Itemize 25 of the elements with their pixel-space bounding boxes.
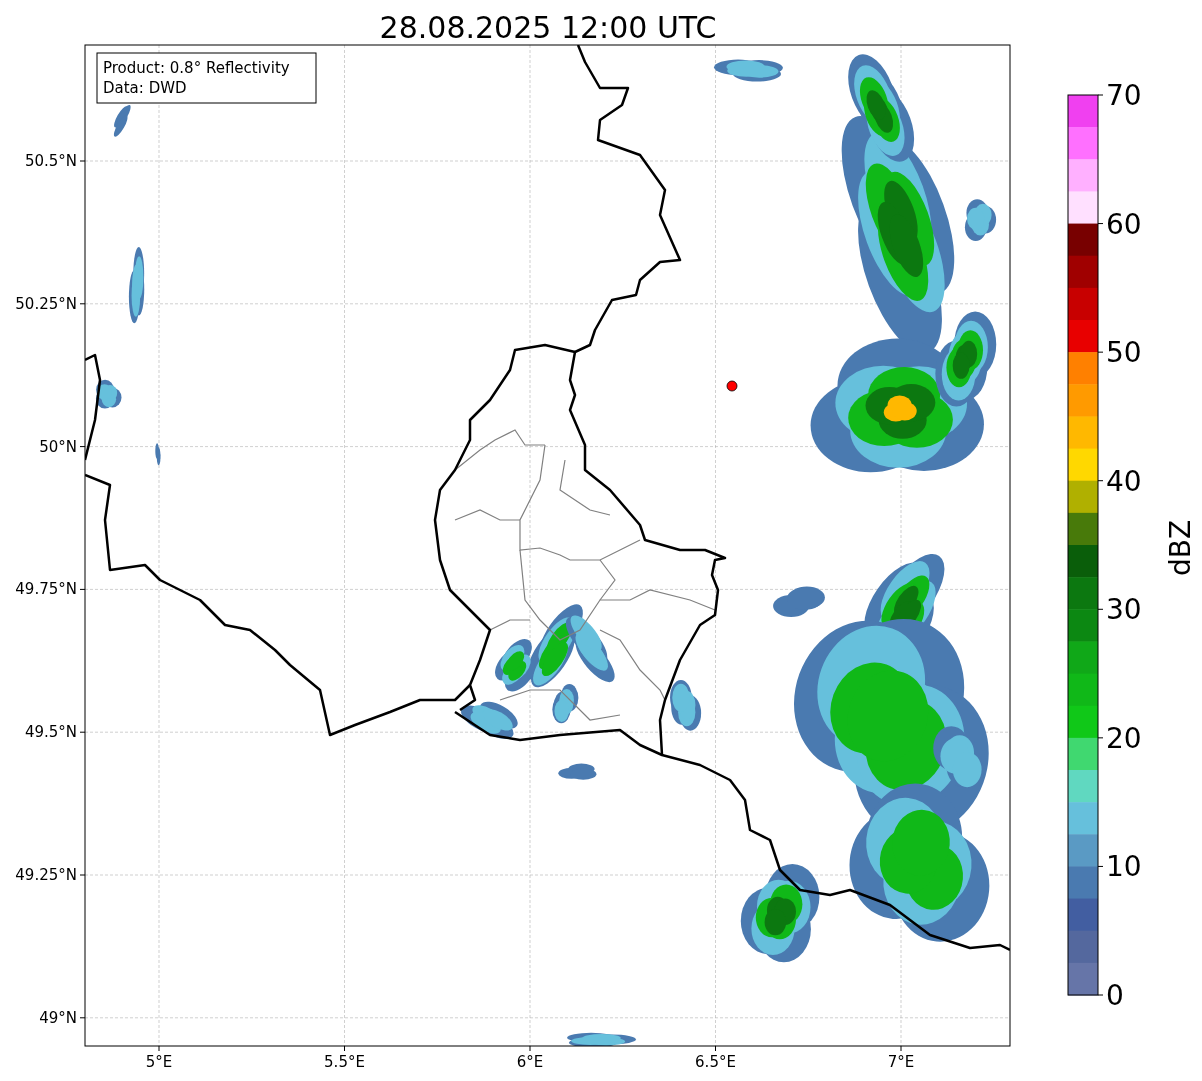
axis-tick-label: 49.75°N xyxy=(15,580,77,599)
colorbar-tick-label: 0 xyxy=(1106,979,1124,1012)
colorbar-label: dBZ xyxy=(1164,519,1197,577)
colorbar-tick-label: 70 xyxy=(1106,79,1142,112)
axis-tick-label: 6.5°E xyxy=(695,1053,736,1071)
axis-tick-label: 6°E xyxy=(516,1053,544,1071)
legend-text: Data: DWD xyxy=(103,79,187,97)
colorbar-tick-label: 60 xyxy=(1106,207,1142,241)
axis-tick-label: 50°N xyxy=(39,437,77,456)
axis-tick-label: 49°N xyxy=(39,1008,77,1027)
axis-tick-label: 7°E xyxy=(887,1053,915,1071)
colorbar-tick-label: 10 xyxy=(1106,850,1142,884)
colorbar-tick-label: 20 xyxy=(1106,721,1142,755)
colorbar-tick-label: 50 xyxy=(1106,336,1142,370)
plot-title: 28.08.2025 12:00 UTC xyxy=(379,10,717,45)
radar-site-marker xyxy=(726,380,738,392)
colorbar-tick-label: 40 xyxy=(1106,464,1142,498)
axis-tick-label: 50.5°N xyxy=(24,152,77,170)
axis-tick-label: 49.5°N xyxy=(24,723,77,742)
legend-text: Product: 0.8° Reflectivity xyxy=(103,59,290,77)
colorbar-tick-label: 30 xyxy=(1106,593,1142,627)
axis-tick-label: 50.25°N xyxy=(15,294,77,313)
axis-tick-label: 5.5°E xyxy=(324,1053,365,1071)
axis-tick-label: 5°E xyxy=(145,1053,173,1071)
axis-tick-label: 49.25°N xyxy=(15,866,77,884)
